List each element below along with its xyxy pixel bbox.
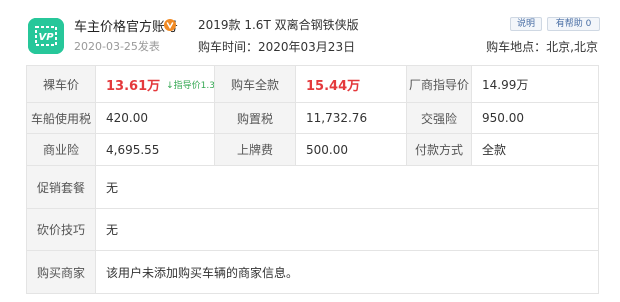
bargain-tips-value: 无	[106, 223, 119, 237]
payment-method-value: 全款	[482, 143, 507, 157]
commercial-insurance-value: 4,695.55	[106, 142, 160, 157]
promo-package-label: 促销套餐	[27, 166, 95, 208]
buy-time: 购车时间：2020年03月23日	[198, 40, 356, 54]
compulsory-insurance-label: 交强险	[407, 103, 471, 133]
purchase-tax-label: 购置税	[215, 103, 295, 133]
total-price-label: 购车全款	[215, 66, 295, 102]
post-date: 2020-03-25发表	[74, 40, 160, 53]
naked-price-cell: 13.61万 ↓指导价1.38万	[96, 66, 230, 102]
avatar[interactable]: VP	[28, 18, 64, 54]
table-row: 裸车价 13.61万 ↓指导价1.38万 购车全款 15.44万 厂商指导价 1…	[27, 66, 598, 103]
table-row: 购买商家 该用户未添加购买车辆的商家信息。	[27, 251, 598, 293]
buy-location: 购车地点：北京,北京	[486, 40, 598, 54]
commercial-insurance-label: 商业险	[27, 134, 95, 165]
plate-fee-value: 500.00	[306, 142, 348, 157]
payment-method-label: 付款方式	[407, 134, 471, 165]
msrp-value: 14.99万	[482, 77, 529, 92]
total-price: 15.44万	[306, 78, 361, 94]
car-model[interactable]: 2019款 1.6T 双离合钢铁侠版	[198, 16, 359, 33]
promo-package-value: 无	[106, 180, 119, 195]
dealer-label: 购买商家	[27, 251, 95, 293]
naked-price-label: 裸车价	[27, 66, 95, 102]
post-header: VP 车主价格官方账号 2020-03-25发表 2019款 1.6T 双离合钢…	[0, 0, 620, 64]
purchase-tax-value: 11,732.76	[306, 111, 368, 125]
table-row: 车船使用税 420.00 购置税 11,732.76 交强险 950.00	[27, 103, 598, 134]
dealer-value: 该用户未添加购买车辆的商家信息。	[106, 265, 299, 280]
price-detail-table: 裸车价 13.61万 ↓指导价1.38万 购车全款 15.44万 厂商指导价 1…	[26, 65, 599, 294]
svg-text:VP: VP	[38, 32, 54, 43]
table-row: 促销套餐 无	[27, 166, 598, 209]
total-price-cell: 15.44万	[296, 66, 406, 102]
naked-price: 13.61万	[106, 78, 161, 94]
helpful-button[interactable]: 有帮助 0	[547, 17, 600, 31]
msrp-label: 厂商指导价	[407, 66, 471, 102]
verified-v-icon	[164, 19, 176, 31]
bargain-tips-label: 砍价技巧	[27, 209, 95, 250]
username[interactable]: 车主价格官方账号	[74, 16, 178, 35]
vehicle-tax-value: 420.00	[106, 111, 148, 125]
vehicle-tax-label: 车船使用税	[27, 103, 95, 133]
explain-button[interactable]: 说明	[510, 17, 542, 31]
table-row: 商业险 4,695.55 上牌费 500.00 付款方式 全款	[27, 134, 598, 166]
plate-fee-label: 上牌费	[215, 134, 295, 165]
compulsory-insurance-value: 950.00	[482, 111, 524, 125]
vp-logo-icon: VP	[28, 18, 64, 54]
table-row: 砍价技巧 无	[27, 209, 598, 251]
